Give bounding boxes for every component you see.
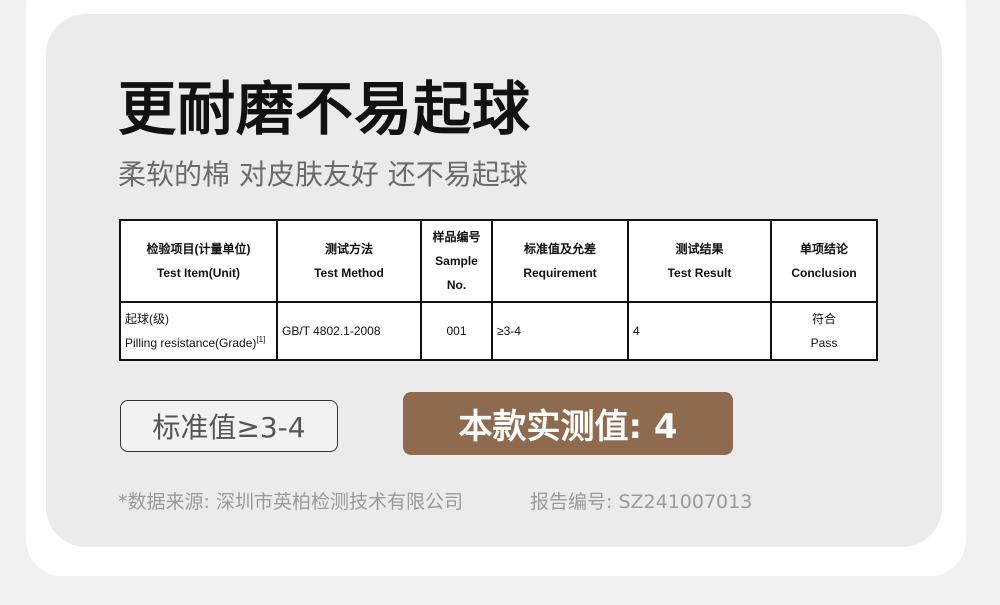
- cell-test-item-en: Pilling resistance(Grade): [125, 336, 257, 350]
- cell-conclusion-cn: 符合: [811, 312, 836, 326]
- header-sample-no-en: Sample: [435, 254, 478, 268]
- header-conclusion-en: Conclusion: [791, 266, 857, 280]
- header-test-item: 检验项目(计量单位) Test Item(Unit): [119, 219, 278, 303]
- header-test-result-cn: 测试结果: [675, 242, 724, 256]
- header-test-result: 测试结果 Test Result: [627, 219, 772, 303]
- headline: 更耐磨不易起球: [118, 75, 532, 143]
- header-test-item-cn: 检验项目(计量单位): [146, 242, 251, 256]
- header-test-method-cn: 测试方法: [324, 242, 373, 256]
- header-sample-no-en2: No.: [446, 278, 467, 292]
- table-header-row: 检验项目(计量单位) Test Item(Unit) 测试方法 Test Met…: [119, 219, 878, 303]
- header-test-method: 测试方法 Test Method: [276, 219, 422, 303]
- header-conclusion: 单项结论 Conclusion: [770, 219, 878, 303]
- standard-value-badge: 标准值≥3-4: [120, 400, 338, 452]
- table-row: 起球(级) Pilling resistance(Grade)[1] GB/T …: [119, 301, 878, 361]
- cell-test-method: GB/T 4802.1-2008: [276, 301, 422, 361]
- header-sample-no-cn: 样品编号: [432, 230, 481, 244]
- header-requirement-cn: 标准值及允差: [523, 242, 596, 256]
- cell-test-item-cn: 起球(级): [125, 312, 169, 326]
- measured-value-badge: 本款实测值: 4: [403, 392, 733, 455]
- cell-conclusion-en: Pass: [810, 336, 838, 350]
- footnote-marker: [1]: [256, 335, 266, 344]
- header-conclusion-cn: 单项结论: [799, 242, 848, 256]
- test-report-table: 检验项目(计量单位) Test Item(Unit) 测试方法 Test Met…: [119, 219, 878, 361]
- cell-requirement: ≥3-4: [491, 301, 629, 361]
- report-number-note: 报告编号: SZ241007013: [530, 491, 753, 513]
- header-requirement: 标准值及允差 Requirement: [491, 219, 629, 303]
- cell-test-item: 起球(级) Pilling resistance(Grade)[1]: [119, 301, 278, 361]
- cell-test-result: 4: [627, 301, 772, 361]
- cell-sample-no: 001: [420, 301, 493, 361]
- subheadline: 柔软的棉 对皮肤友好 还不易起球: [118, 158, 528, 191]
- data-source-note: *数据来源: 深圳市英柏检测技术有限公司: [118, 491, 463, 513]
- header-test-item-en: Test Item(Unit): [156, 266, 241, 280]
- header-test-method-en: Test Method: [314, 266, 384, 280]
- header-sample-no: 样品编号 Sample No.: [420, 219, 493, 303]
- header-requirement-en: Requirement: [523, 266, 597, 280]
- header-test-result-en: Test Result: [667, 266, 732, 280]
- cell-conclusion: 符合 Pass: [770, 301, 878, 361]
